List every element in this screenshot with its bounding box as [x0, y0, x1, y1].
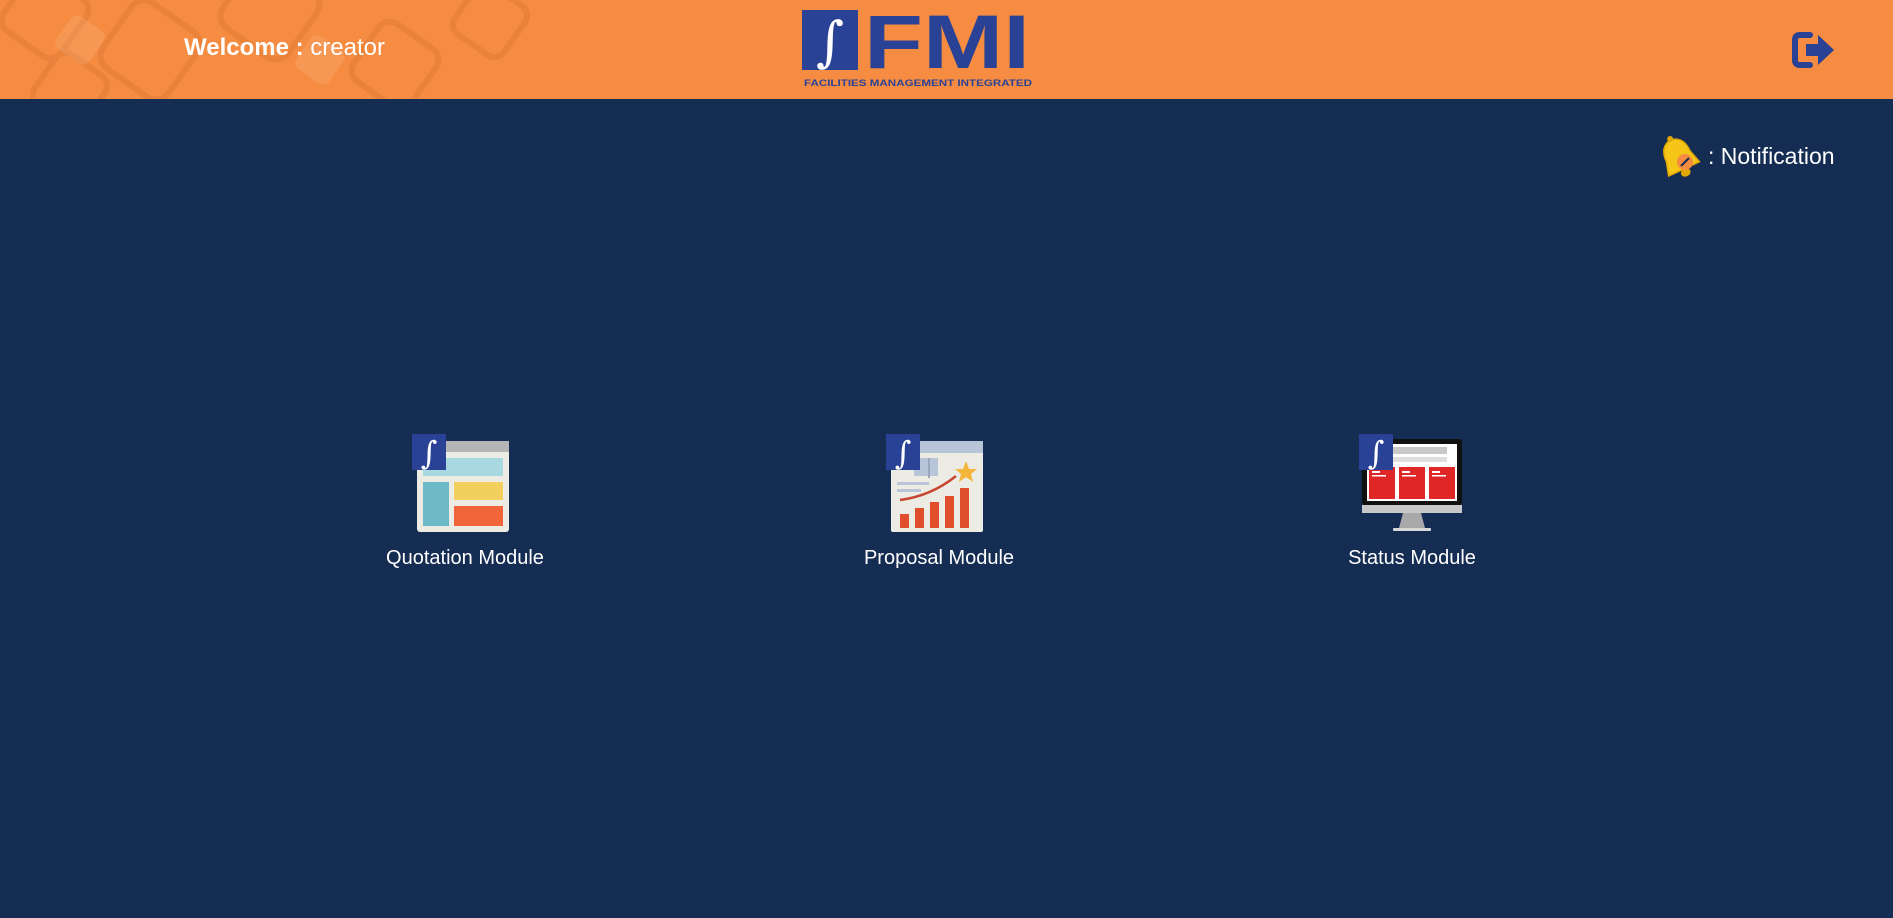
bell-icon: [1663, 135, 1701, 178]
logo-tagline: FACILITIES MANAGEMENT INTEGRATED: [804, 78, 1032, 89]
status-module-icon: ∫: [1359, 434, 1462, 531]
header-bar: Welcome : creator ∫ FMI FACILITIES MANAG…: [0, 0, 1893, 99]
module-logo-symbol: ∫: [1368, 434, 1385, 472]
proposal-module-icon: ∫: [886, 434, 983, 532]
notification-button[interactable]: : Notification: [1652, 132, 1835, 184]
welcome-text: Welcome : creator: [184, 34, 385, 62]
proposal-module-label: Proposal Module: [863, 547, 1015, 569]
username: creator: [310, 34, 385, 61]
quotation-module-icon: ∫: [412, 434, 509, 532]
fmi-logo: ∫ FMI FACILITIES MANAGEMENT INTEGRATED: [802, 10, 1032, 89]
module-logo-symbol: ∫: [421, 434, 438, 472]
logout-icon[interactable]: [1792, 30, 1836, 70]
logo-text: FMI: [864, 10, 1030, 85]
quotation-module[interactable]: ∫ Quotation Module: [335, 434, 595, 570]
logo-symbol: ∫: [816, 10, 844, 73]
module-logo-symbol: ∫: [895, 434, 912, 472]
status-module[interactable]: ∫ Status Module: [1282, 434, 1542, 570]
quotation-module-label: Quotation Module: [386, 547, 544, 569]
welcome-label: Welcome :: [184, 34, 304, 61]
notification-label: : Notification: [1708, 142, 1835, 169]
proposal-module[interactable]: ∫ Proposal Module: [809, 434, 1069, 570]
status-module-label: Status Module: [1348, 547, 1476, 569]
